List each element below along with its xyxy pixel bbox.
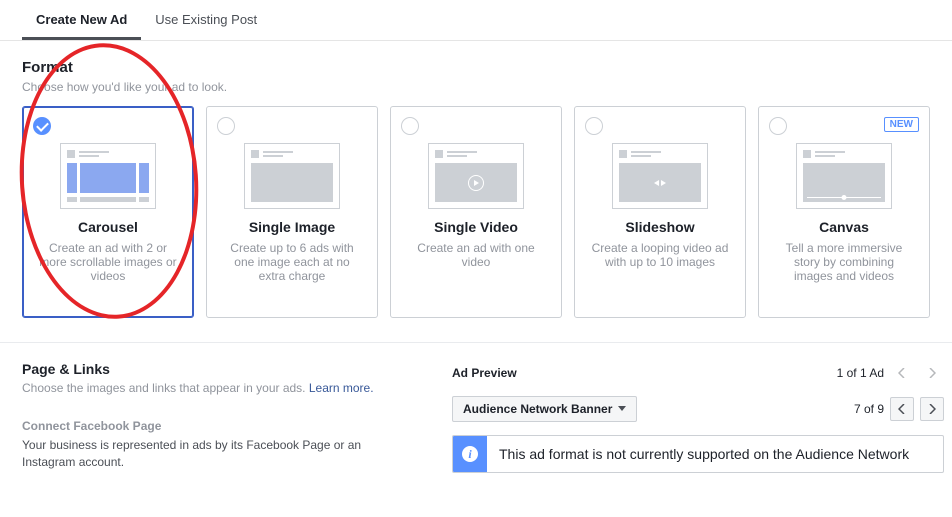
lower-section: Page & Links Choose the images and links… [0, 342, 952, 481]
page-links-panel: Page & Links Choose the images and links… [0, 343, 430, 481]
card-title: Single Image [217, 219, 367, 235]
connect-page-subtitle: Your business is represented in ads by i… [22, 437, 410, 471]
card-desc: Create an ad with one video [401, 241, 551, 269]
tab-use-existing-post[interactable]: Use Existing Post [141, 0, 271, 40]
card-title: Canvas [769, 219, 919, 235]
chevron-right-icon [928, 404, 936, 414]
format-card-carousel[interactable]: Carousel Create an ad with 2 or more scr… [22, 106, 194, 318]
canvas-thumb [796, 143, 892, 209]
card-title: Carousel [33, 219, 183, 235]
info-icon: i [453, 436, 487, 472]
card-desc: Create up to 6 ads with one image each a… [217, 241, 367, 283]
ad-count-pager: 1 of 1 Ad [837, 361, 944, 385]
learn-more-link[interactable]: Learn more. [309, 381, 374, 395]
dropdown-label: Audience Network Banner [463, 402, 612, 416]
placement-count-text: 7 of 9 [854, 402, 884, 416]
format-card-single-image[interactable]: Single Image Create up to 6 ads with one… [206, 106, 378, 318]
radio-icon [217, 117, 235, 135]
format-section: Format Choose how you'd like your ad to … [22, 59, 930, 318]
new-badge: NEW [884, 117, 919, 132]
page-links-subtitle-text: Choose the images and links that appear … [22, 381, 309, 395]
card-desc: Create an ad with 2 or more scrollable i… [33, 241, 183, 283]
single-image-thumb [244, 143, 340, 209]
format-card-slideshow[interactable]: Slideshow Create a looping video ad with… [574, 106, 746, 318]
placement-dropdown[interactable]: Audience Network Banner [452, 396, 637, 422]
carousel-thumb [60, 143, 156, 209]
radio-icon [401, 117, 419, 135]
card-desc: Create a looping video ad with up to 10 … [585, 241, 735, 269]
chevron-left-icon [898, 404, 906, 414]
chevron-left-icon [898, 368, 906, 378]
format-card-single-video[interactable]: Single Video Create an ad with one video [390, 106, 562, 318]
radio-selected-icon [33, 117, 51, 135]
ad-preview-label: Ad Preview [452, 366, 517, 380]
card-title: Slideshow [585, 219, 735, 235]
card-desc: Tell a more immersive story by combining… [769, 241, 919, 283]
format-title: Format [22, 59, 930, 76]
caret-down-icon [618, 406, 626, 412]
connect-page-title: Connect Facebook Page [22, 419, 410, 433]
ad-tabs: Create New Ad Use Existing Post [0, 0, 952, 41]
info-banner: i This ad format is not currently suppor… [452, 435, 944, 473]
ad-preview-panel: Ad Preview 1 of 1 Ad Audience Network Ba… [430, 343, 952, 481]
format-cards: Carousel Create an ad with 2 or more scr… [22, 106, 930, 318]
format-subtitle: Choose how you'd like your ad to look. [22, 80, 930, 94]
slideshow-thumb [612, 143, 708, 209]
radio-icon [769, 117, 787, 135]
format-card-canvas[interactable]: NEW Canvas Tell a more immersive story b… [758, 106, 930, 318]
next-ad-button[interactable] [920, 361, 944, 385]
next-placement-button[interactable] [920, 397, 944, 421]
placement-pager: 7 of 9 [854, 397, 944, 421]
info-banner-text: This ad format is not currently supporte… [487, 436, 921, 472]
single-video-thumb [428, 143, 524, 209]
page-links-title: Page & Links [22, 361, 410, 377]
tab-create-new-ad[interactable]: Create New Ad [22, 0, 141, 40]
prev-ad-button[interactable] [890, 361, 914, 385]
ad-count-text: 1 of 1 Ad [837, 366, 884, 380]
chevron-right-icon [928, 368, 936, 378]
prev-placement-button[interactable] [890, 397, 914, 421]
page-links-subtitle: Choose the images and links that appear … [22, 381, 410, 395]
card-title: Single Video [401, 219, 551, 235]
radio-icon [585, 117, 603, 135]
